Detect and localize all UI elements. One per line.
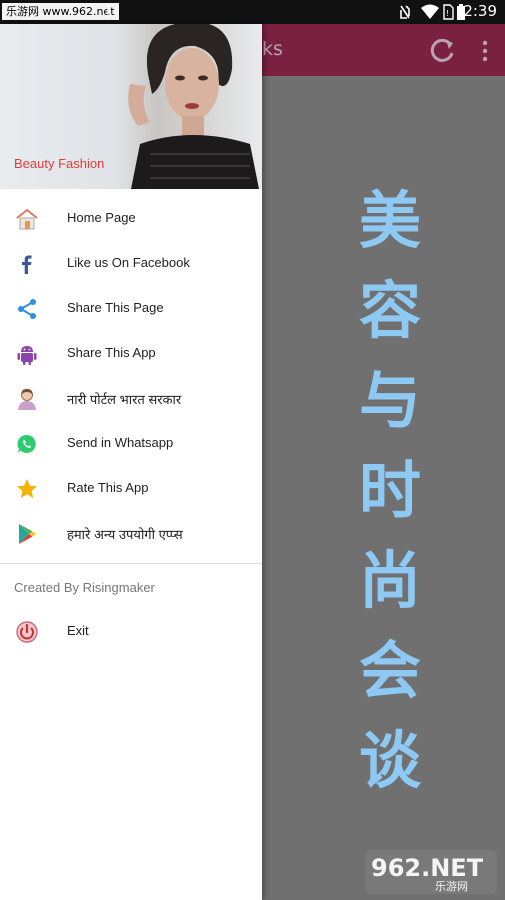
title-char: 美 [358, 184, 421, 257]
header-label: Beauty Fashion [14, 156, 105, 171]
menu-label: Share This Page [67, 300, 164, 315]
title-char: 尚 [358, 544, 421, 617]
watermark-subtitle: 乐游网 [435, 880, 468, 893]
title-char: 与 [358, 364, 421, 437]
menu-item-whatsapp[interactable]: Send in Whatsapp [0, 422, 262, 467]
menu-label: Home Page [67, 210, 136, 225]
more-icon[interactable] [478, 38, 492, 64]
top-watermark: 乐游网 www.962.net [2, 3, 119, 20]
menu-label: Share This App [67, 345, 156, 360]
play-store-icon [19, 524, 36, 544]
drawer-header: Beauty Fashion [0, 24, 262, 189]
menu-label: Like us On Facebook [67, 255, 190, 270]
no-sim-icon-2: ! [443, 4, 454, 20]
portrait-image [128, 24, 259, 189]
status-bar: 乐游网 www.962.net ! 2:39 [0, 0, 505, 24]
home-icon [16, 208, 38, 230]
title-char: 容 [358, 274, 421, 347]
share-icon [18, 299, 36, 319]
title-char: 时 [358, 454, 421, 527]
menu-label: नारी पोर्टल भारत सरकार [67, 392, 182, 407]
drawer-menu: Home Page Like us On Facebook Share This… [0, 197, 262, 557]
menu-label: Rate This App [67, 480, 149, 495]
menu-item-share-page[interactable]: Share This Page [0, 287, 262, 332]
menu-item-rate[interactable]: Rate This App [0, 467, 262, 512]
menu-item-share-app[interactable]: Share This App [0, 332, 262, 377]
title-char: 会 [358, 634, 421, 707]
watermark-brand: 962.NET [371, 854, 484, 882]
star-icon [17, 479, 37, 498]
menu-label: Send in Whatsapp [67, 435, 174, 450]
clock: 2:39 [463, 2, 497, 20]
menu-item-exit[interactable]: Exit [0, 610, 262, 655]
menu-item-nari-portal[interactable]: नारी पोर्टल भारत सरकार [0, 377, 262, 422]
whatsapp-icon [17, 434, 36, 453]
wifi-icon [421, 4, 439, 19]
warning-icon [107, 5, 111, 18]
menu-item-facebook[interactable]: Like us On Facebook [0, 242, 262, 287]
menu-item-home[interactable]: Home Page [0, 197, 262, 242]
exit-label: Exit [67, 623, 89, 638]
menu-label: हमारे अन्य उपयोगी एप्प्स [67, 527, 183, 542]
android-icon [17, 346, 37, 365]
app-title: ks [262, 38, 283, 60]
navigation-drawer: Beauty Fashion Home Page Like us On Face… [0, 24, 262, 900]
no-sim-icon [400, 5, 410, 19]
menu-item-other-apps[interactable]: हमारे अन्य उपयोगी एप्प्स [0, 512, 262, 557]
svg-text:!: ! [446, 9, 449, 18]
refresh-icon[interactable] [426, 35, 458, 67]
title-char: 谈 [358, 724, 421, 797]
created-by-label: Created By Risingmaker [14, 580, 155, 595]
facebook-icon [22, 255, 32, 274]
exit-icon [16, 621, 38, 643]
woman-icon [18, 389, 36, 410]
vertical-title: 美 容 与 时 尚 会 谈 [350, 176, 430, 806]
bottom-watermark: 962.NET 乐游网 [365, 850, 497, 894]
menu-divider [0, 563, 262, 564]
